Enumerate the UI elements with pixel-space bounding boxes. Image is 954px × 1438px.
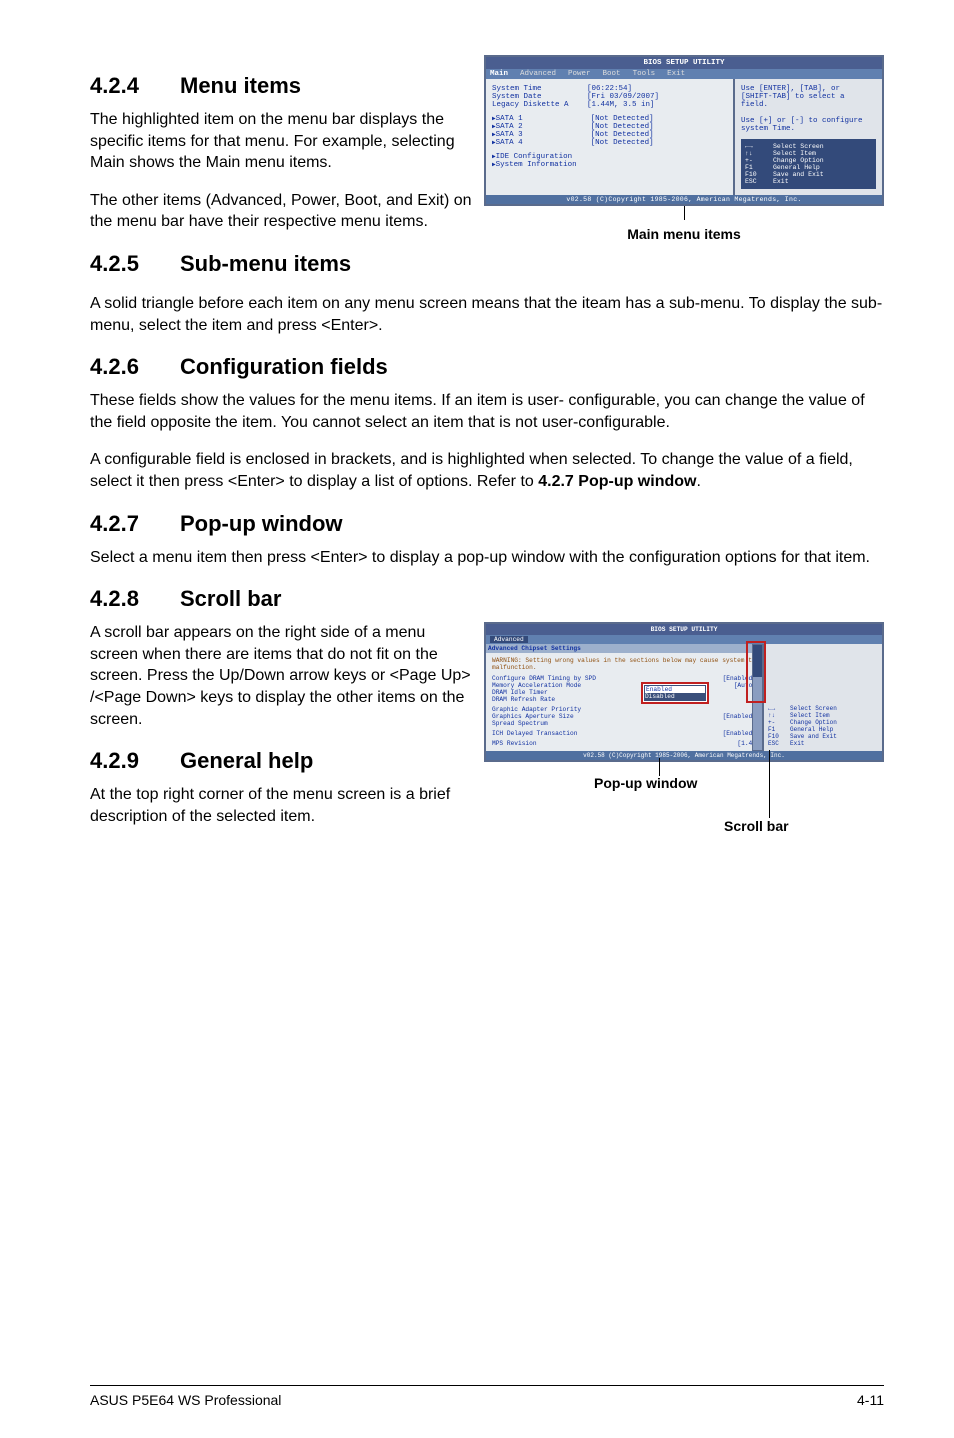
para: A configurable field is enclosed in brac… <box>90 449 884 492</box>
figure-caption-popup: Pop-up window <box>594 775 697 791</box>
page-footer: ASUS P5E64 WS Professional 4-11 <box>90 1385 884 1408</box>
para: Select a menu item then press <Enter> to… <box>90 547 884 569</box>
figure-caption-main-menu: Main menu items <box>627 226 741 242</box>
bios-popup-figure: BIOS SETUP UTILITY Advanced Advanced Chi… <box>484 622 884 850</box>
heading-428: 4.2.8Scroll bar <box>90 586 884 612</box>
heading-427: 4.2.7Pop-up window <box>90 511 884 537</box>
para: These fields show the values for the men… <box>90 390 884 433</box>
heading-426: 4.2.6Configuration fields <box>90 354 884 380</box>
figure-caption-scrollbar: Scroll bar <box>724 818 789 834</box>
heading-425: 4.2.5Sub-menu items <box>90 251 884 277</box>
bios-title: BIOS SETUP UTILITY <box>490 59 878 67</box>
footer-page-number: 4-11 <box>857 1392 884 1408</box>
bios-nav-help: ←→Select Screen ↑↓Select Item +-Change O… <box>768 705 878 747</box>
footer-product: ASUS P5E64 WS Professional <box>90 1392 281 1408</box>
bios-main-menu-figure: BIOS SETUP UTILITY Main Advanced Power B… <box>484 55 884 242</box>
bios-popup-window: Enabled Disabled <box>641 682 709 704</box>
bios-nav-help: ←→Select Screen ↑↓Select Item +-Change O… <box>741 139 876 189</box>
bios-help-text: Use [ENTER], [TAB], or [SHIFT-TAB] to se… <box>741 85 876 133</box>
bios-tabs: Main Advanced Power Boot Tools Exit <box>486 69 882 79</box>
para: A solid triangle before each item on any… <box>90 293 884 336</box>
